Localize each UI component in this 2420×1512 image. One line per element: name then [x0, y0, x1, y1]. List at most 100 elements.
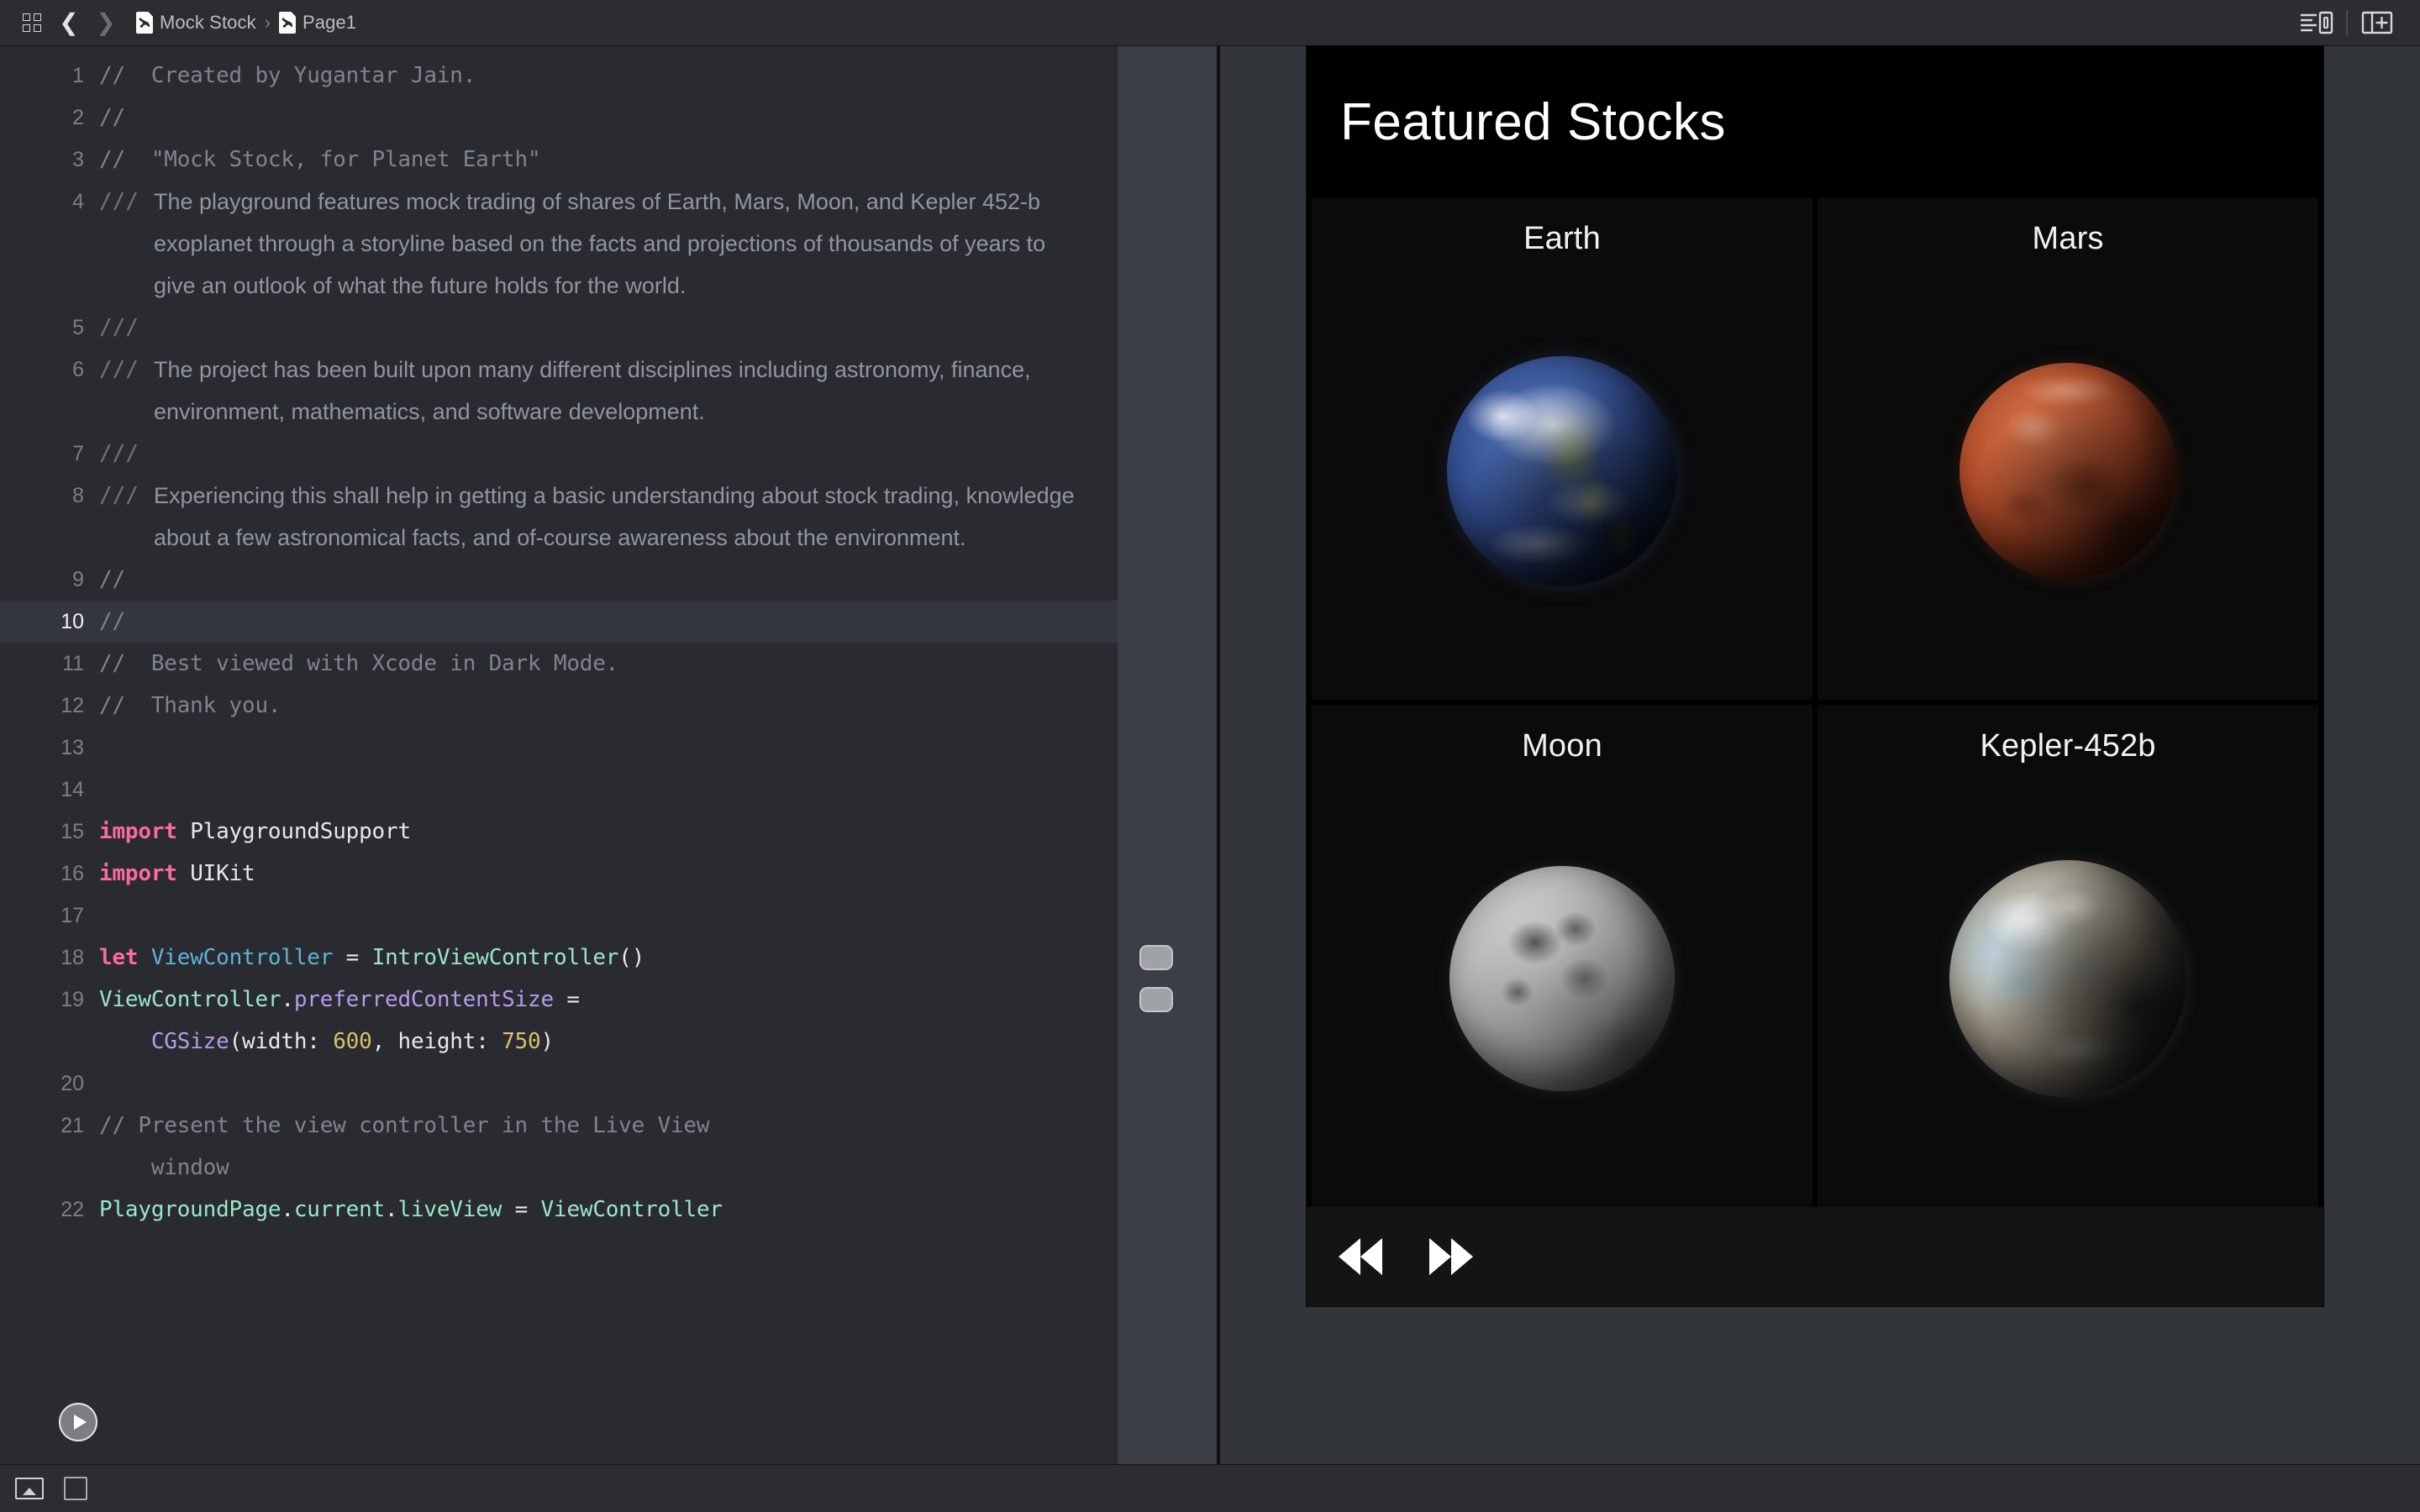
code-line[interactable]: 21 // Present the view controller in the … [0, 1105, 1118, 1189]
code-line[interactable]: 4 /// The playground features mock trading… [0, 181, 1118, 307]
doc-comment-marker: /// [99, 189, 139, 214]
fast-forward-icon [1451, 1238, 1473, 1275]
swift-file-icon: ➤ [279, 12, 297, 34]
code-line[interactable]: 2 // [0, 97, 1118, 139]
code-text: ViewController.preferredContentSize = CG… [99, 987, 580, 1054]
rewind-icon [1360, 1238, 1382, 1275]
forward-button[interactable]: ❯ [87, 4, 124, 41]
stock-card[interactable]: Moon [1312, 705, 1812, 1207]
rewind-button[interactable] [1339, 1238, 1382, 1275]
code-line[interactable]: 7 /// [0, 433, 1118, 475]
code-line[interactable]: 20 [0, 1063, 1118, 1105]
breadcrumb-item-page[interactable]: ➤ Page1 [279, 12, 356, 34]
code-line[interactable]: 6 /// The project has been built upon many… [0, 349, 1118, 433]
code-text: // Thank you. [99, 693, 281, 718]
code-line[interactable]: 13 [0, 727, 1118, 769]
code-line[interactable]: 8 /// Experiencing this shall help in gett… [0, 475, 1118, 559]
code-line[interactable]: 17 [0, 895, 1118, 937]
toolbar-divider [2346, 10, 2348, 35]
line-number: 11 [62, 652, 84, 675]
doc-comment: /// The playground features mock trading … [99, 181, 1118, 307]
stock-card-title: Kepler-452b [1980, 728, 2156, 764]
doc-comment: /// [99, 433, 1118, 475]
code-text: let ViewController = IntroViewController… [99, 945, 645, 970]
line-number: 14 [60, 778, 84, 801]
value-history-badge[interactable] [1139, 945, 1173, 970]
line-number: 13 [60, 736, 84, 759]
back-button[interactable]: ❮ [50, 4, 87, 41]
line-number: 12 [60, 694, 84, 717]
code-text: import PlaygroundSupport [99, 819, 411, 844]
code-text: // Best viewed with Xcode in Dark Mode. [99, 651, 619, 676]
doc-comment-text: The playground features mock trading of … [153, 189, 1046, 298]
stock-card[interactable]: Kepler-452b [1818, 705, 2318, 1207]
code-line[interactable]: 22 PlaygroundPage.current.liveView = View… [0, 1189, 1118, 1231]
line-number: 17 [60, 904, 84, 927]
doc-comment: /// Experiencing this shall help in getti… [99, 475, 1118, 559]
breadcrumb: ➤ Mock Stock › ➤ Page1 [136, 12, 356, 34]
add-editor-button[interactable] [2353, 4, 2402, 41]
code-line[interactable]: 12 // Thank you. [0, 685, 1118, 727]
doc-comment-text: The project has been built upon many dif… [153, 357, 1031, 424]
line-number: 21 [60, 1114, 84, 1137]
line-number: 9 [72, 568, 84, 591]
navigator-toggle-button[interactable] [13, 4, 50, 41]
show-debug-area-icon[interactable] [15, 1478, 44, 1499]
line-number: 19 [60, 988, 84, 1011]
code-text: // [99, 105, 125, 130]
code-line[interactable]: 14 [0, 769, 1118, 811]
code-text: import UIKit [99, 861, 255, 886]
toolbar: ❮ ❯ ➤ Mock Stock › ➤ Page1 [0, 0, 2420, 46]
doc-comment-marker: /// [99, 483, 139, 508]
run-playground-button[interactable] [59, 1403, 97, 1441]
chevron-left-icon: ❮ [59, 8, 79, 36]
toolbar-left-group: ❮ ❯ ➤ Mock Stock › ➤ Page1 [0, 4, 356, 41]
editor-options-button[interactable] [2292, 4, 2341, 41]
line-number: 16 [60, 862, 84, 885]
stock-card[interactable]: Mars [1818, 197, 2318, 700]
code-line[interactable]: 18 let ViewController = IntroViewControll… [0, 937, 1118, 979]
code-lines-container[interactable]: 1 // Created by Yugantar Jain. 2 // 3 // "Moc… [0, 46, 1118, 1231]
doc-comment-marker: /// [99, 441, 139, 466]
stock-card[interactable]: Earth [1312, 197, 1812, 700]
line-number: 20 [60, 1072, 84, 1095]
stock-card-title: Moon [1522, 728, 1602, 764]
code-line[interactable]: 10 // [0, 601, 1118, 643]
status-bar [0, 1464, 2420, 1512]
line-number: 7 [72, 442, 84, 465]
code-line[interactable]: 11 // Best viewed with Xcode in Dark Mode… [0, 643, 1118, 685]
line-number: 4 [72, 190, 84, 213]
editor-options-icon [2300, 11, 2333, 34]
live-view-controls [1307, 1207, 2323, 1306]
source-editor-pane[interactable]: 1 // Created by Yugantar Jain. 2 // 3 // "Moc… [0, 46, 1118, 1464]
code-line[interactable]: 3 // "Mock Stock, for Planet Earth" [0, 139, 1118, 181]
fast-forward-button[interactable] [1429, 1238, 1473, 1275]
planet-moon-image [1449, 865, 1675, 1091]
code-line[interactable]: 19 ViewController.preferredContentSize = … [0, 979, 1118, 1063]
code-text: // "Mock Stock, for Planet Earth" [99, 147, 541, 172]
code-line[interactable]: 9 // [0, 559, 1118, 601]
planet-image-wrap [1818, 257, 2318, 700]
line-number: 8 [72, 484, 84, 507]
code-line[interactable]: 16 import UIKit [0, 853, 1118, 895]
code-text: // [99, 609, 125, 634]
code-text: // [99, 567, 125, 592]
grid-icon [23, 13, 41, 32]
hide-console-icon[interactable] [64, 1477, 87, 1500]
code-line[interactable]: 1 // Created by Yugantar Jain. [0, 55, 1118, 97]
live-view-header: Featured Stocks [1307, 46, 2323, 197]
breadcrumb-item-project[interactable]: ➤ Mock Stock [136, 12, 256, 34]
fast-forward-icon [1429, 1238, 1451, 1275]
code-line[interactable]: 15 import PlaygroundSupport [0, 811, 1118, 853]
line-number: 1 [72, 64, 84, 87]
live-view-title: Featured Stocks [1340, 92, 1726, 151]
results-sidebar[interactable] [1118, 46, 1217, 1464]
code-line[interactable]: 5 /// [0, 307, 1118, 349]
planet-image-wrap [1312, 764, 1812, 1207]
line-number: 2 [72, 106, 84, 129]
planet-image-wrap [1312, 257, 1812, 700]
value-history-badge[interactable] [1139, 987, 1173, 1012]
